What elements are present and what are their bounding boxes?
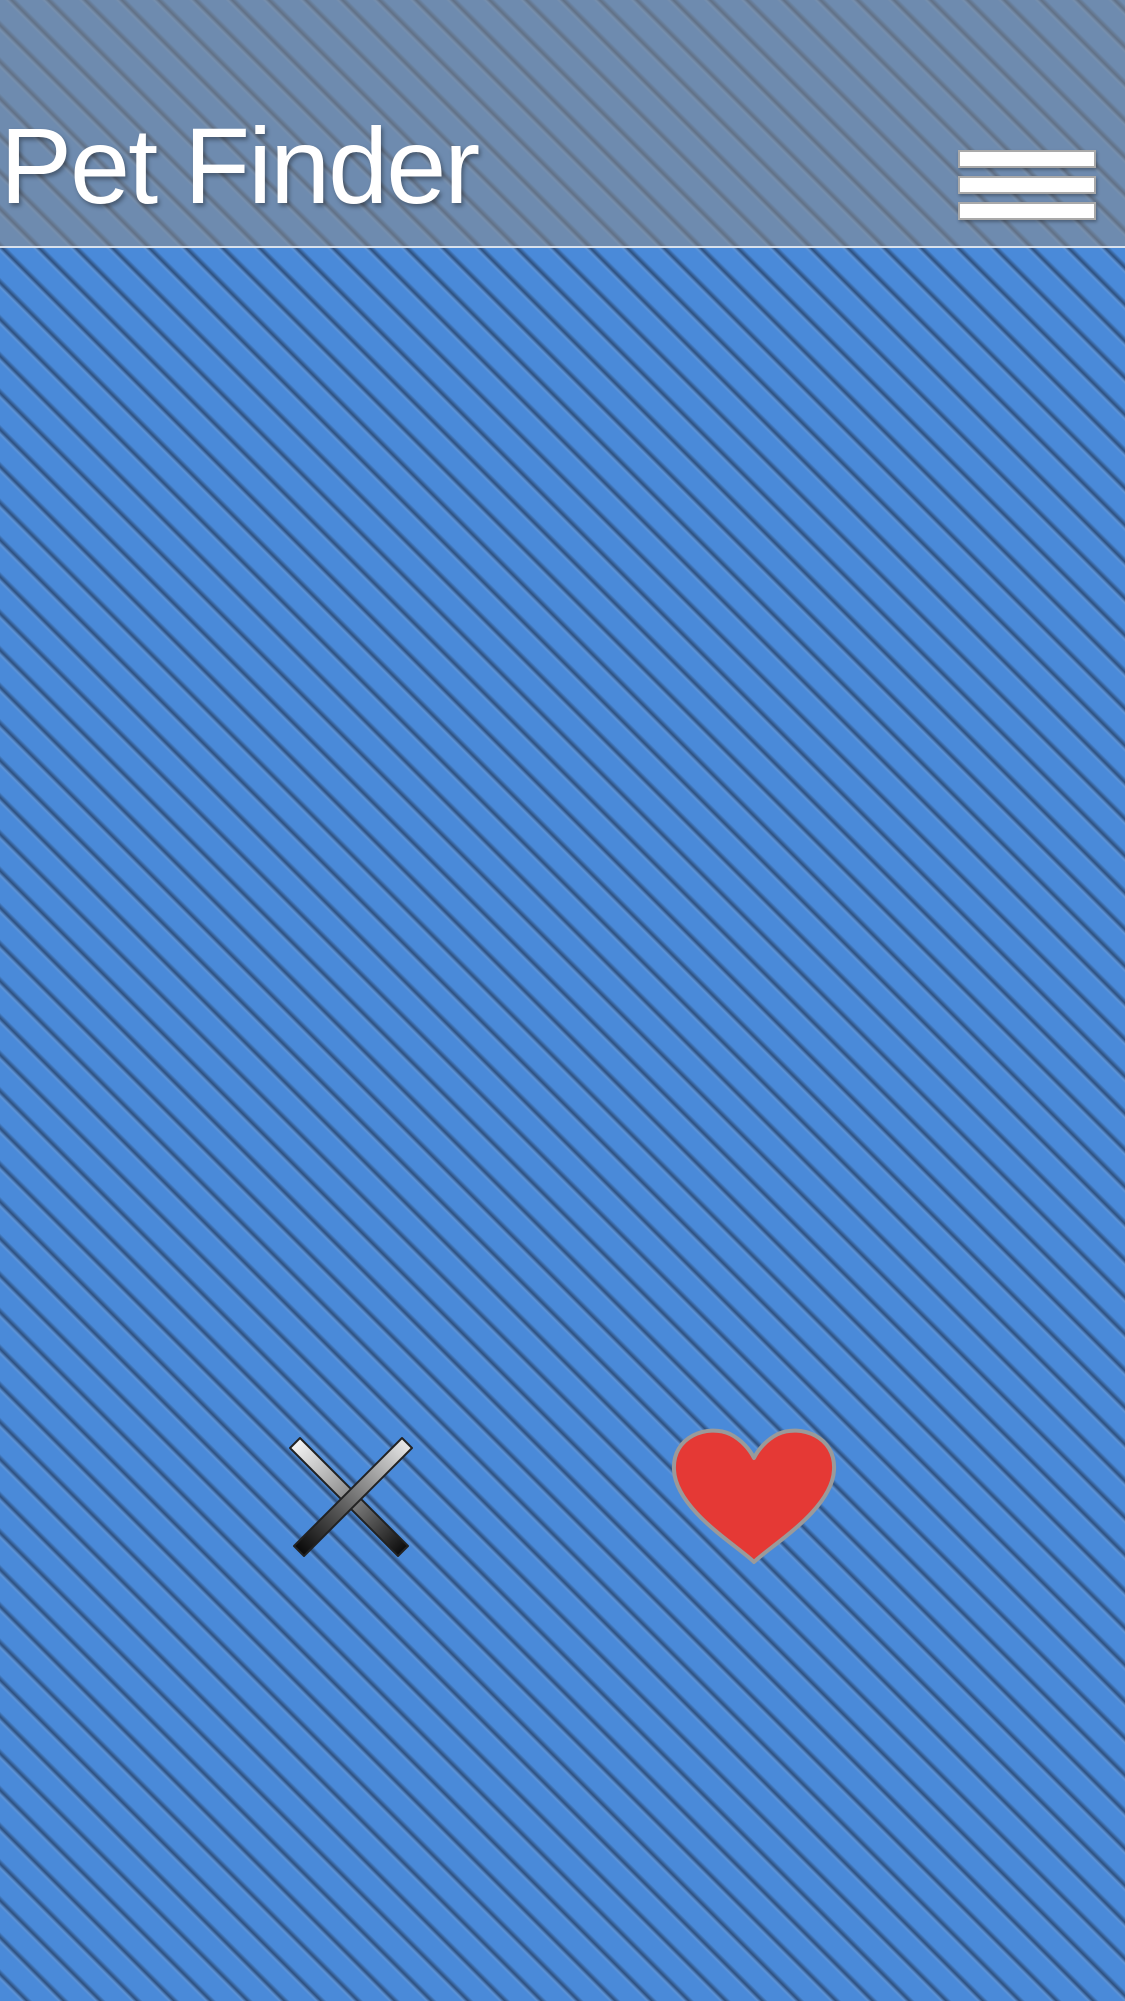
like-button[interactable] xyxy=(668,1422,840,1572)
close-x-icon xyxy=(289,1437,413,1557)
hamburger-menu-icon-bar xyxy=(958,176,1096,194)
hamburger-menu-icon xyxy=(958,150,1096,168)
page-title: Pet Finder xyxy=(0,105,480,226)
reject-button[interactable] xyxy=(286,1432,416,1562)
heart-icon xyxy=(671,1428,837,1564)
menu-button[interactable] xyxy=(956,148,1098,226)
app-header: Pet Finder xyxy=(0,0,1125,248)
hamburger-menu-icon-bar xyxy=(958,202,1096,220)
